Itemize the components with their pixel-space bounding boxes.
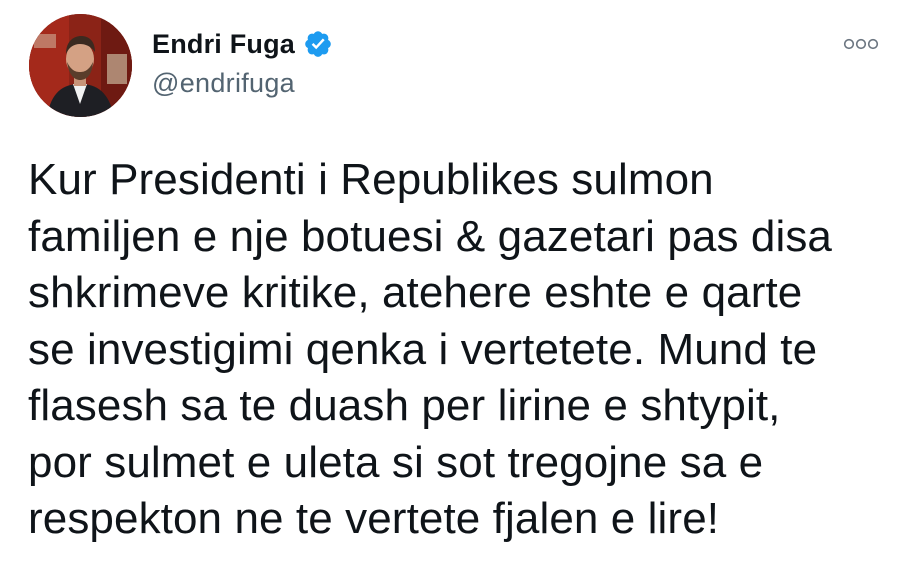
author-avatar[interactable]	[29, 14, 132, 117]
author-info: Endri Fuga @endrifuga	[152, 26, 333, 99]
author-display-name[interactable]: Endri Fuga	[152, 29, 295, 60]
author-handle[interactable]: @endrifuga	[152, 68, 333, 99]
profile-photo-icon	[29, 14, 132, 117]
more-options-button[interactable]	[838, 32, 884, 56]
more-options-icon	[843, 38, 879, 50]
tweet-text: Kur Presidenti i Republikes sulmon famil…	[28, 155, 832, 543]
verified-badge-icon	[303, 29, 333, 59]
author-name-row: Endri Fuga	[152, 26, 333, 62]
tweet-card: Endri Fuga @endrifuga Kur Presidenti i R…	[0, 0, 900, 585]
